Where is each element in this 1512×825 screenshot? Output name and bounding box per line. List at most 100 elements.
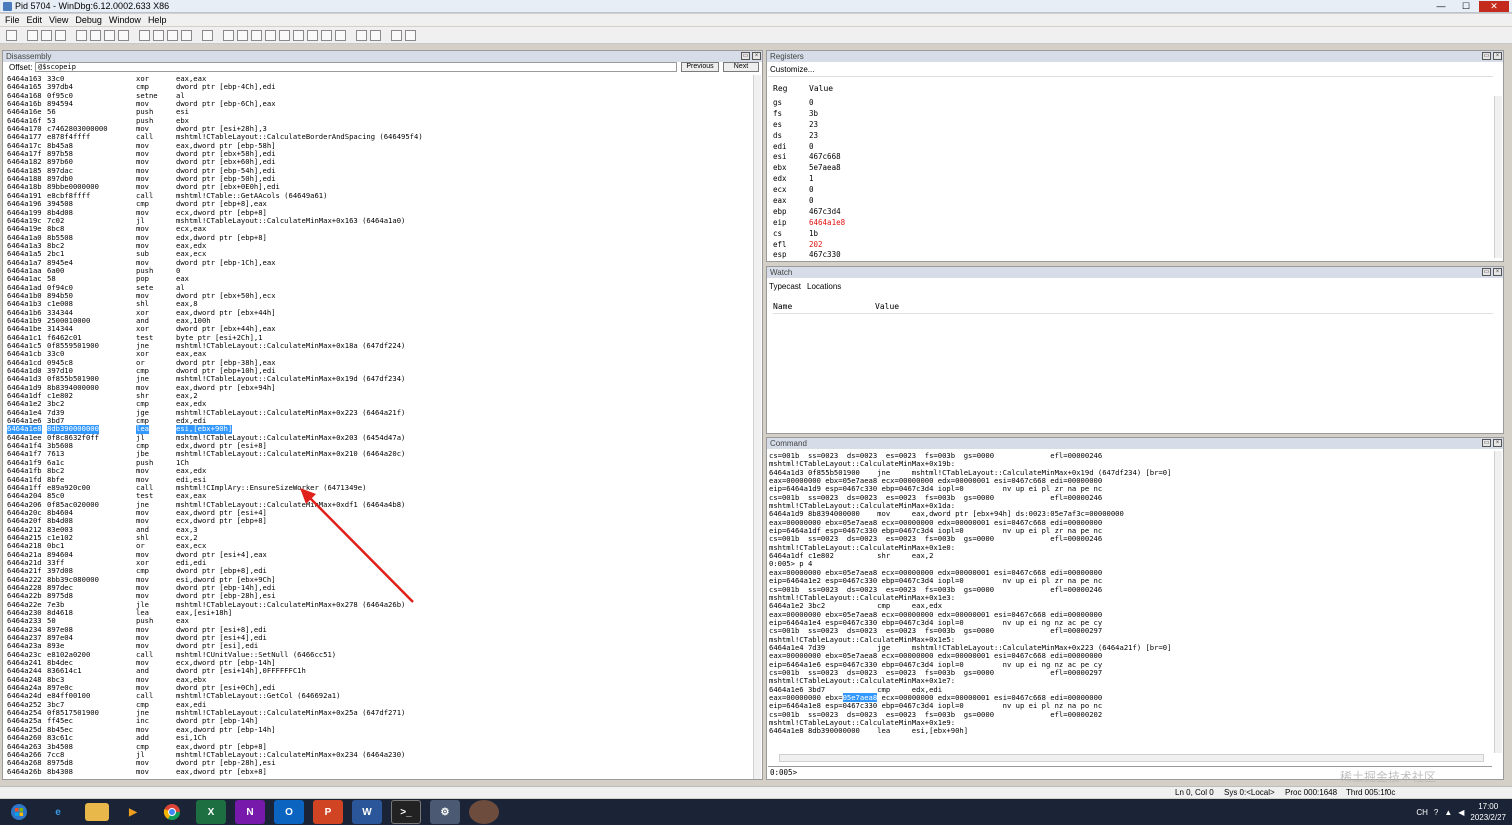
disassembly-row[interactable]: 6464a1cb 33c0 xor eax,eax (5, 349, 745, 358)
register-value[interactable]: 5e7aea8 (809, 163, 841, 174)
paste-icon[interactable] (55, 29, 66, 41)
windbg-icon[interactable]: ⚙ (430, 800, 460, 824)
restart-icon[interactable] (90, 29, 101, 41)
disassembly-row[interactable]: 6464a260 83c61c add esi,1Ch (5, 733, 745, 742)
disassembly-row[interactable]: 6464a25a ff45ec inc dword ptr [ebp-14h] (5, 717, 745, 726)
language-indicator[interactable]: CH (1416, 808, 1428, 817)
disassembly-listing[interactable]: 6464a163 33c0 xor eax,eax 6464a165 397db4 cmp d… (5, 75, 745, 779)
menu-file[interactable]: File (3, 14, 25, 26)
disassembly-scrollbar[interactable] (753, 75, 761, 779)
close-pane-icon[interactable]: × (1493, 439, 1502, 447)
register-value[interactable]: 467c668 (809, 152, 841, 163)
start-button[interactable] (4, 800, 34, 824)
dock-icon[interactable]: ▭ (741, 52, 750, 60)
disassembly-row[interactable]: 6464a1fb 8bc2 mov eax,edx (5, 466, 745, 475)
register-row[interactable]: edi 0 (771, 142, 1471, 153)
disassembly-row[interactable]: 6464a266 7cc8 jl mshtml!CTableLayout::Calcu… (5, 750, 745, 759)
register-row[interactable]: fs 3b (771, 109, 1471, 120)
typecast-button[interactable]: Typecast (769, 282, 801, 291)
register-value[interactable]: 467c330 (809, 250, 841, 261)
disassembly-row[interactable]: 6464a1a3 8bc2 mov eax,edx (5, 241, 745, 250)
disassembly-row[interactable]: 6464a1e4 7d39 jge mshtml!CTableLayout::Calc… (5, 408, 745, 417)
powerpoint-icon[interactable]: P (313, 800, 343, 824)
close-pane-icon[interactable]: × (752, 52, 761, 60)
disassembly-row[interactable]: 6464a163 33c0 xor eax,eax (5, 75, 745, 83)
register-row[interactable]: ebx 5e7aea8 (771, 163, 1471, 174)
disassembly-row[interactable]: 6464a234 897e08 mov dword ptr [esi+8],edi (5, 625, 745, 634)
word-icon[interactable]: W (352, 800, 382, 824)
disassembly-row[interactable]: 6464a1be 314344 xor dword ptr [ebx+44h],eax (5, 324, 745, 333)
clock[interactable]: 17:00 2023/2/27 (1470, 801, 1506, 823)
step-out-icon[interactable] (167, 29, 178, 41)
cut-icon[interactable] (27, 29, 38, 41)
disassembly-row[interactable]: 6464a1ff e89a920c00 call mshtml!CImplAry::E… (5, 483, 745, 492)
command-window-icon[interactable] (223, 29, 234, 41)
menu-view[interactable]: View (47, 14, 73, 26)
register-row[interactable]: esp 467c330 (771, 250, 1471, 261)
disassembly-row[interactable]: 6464a188 897db0 mov dword ptr [ebp-50h],edi (5, 174, 745, 183)
stop-debugging-icon[interactable] (104, 29, 115, 41)
disassembly-row[interactable]: 6464a222 8bb39c080000 mov esi,dword ptr [eb… (5, 575, 745, 584)
disassembly-row[interactable]: 6464a26b 8b4308 mov eax,dword ptr [ebx+8] (5, 767, 745, 776)
disassembly-row[interactable]: 6464a17c 8b45a8 mov eax,dword ptr [ebp-58h] (5, 141, 745, 150)
register-value[interactable]: 467c3d4 (809, 207, 841, 218)
command-horizontal-scrollbar[interactable] (779, 754, 1484, 762)
network-icon[interactable]: ▲ (1444, 808, 1452, 817)
help-icon[interactable]: ? (1434, 808, 1438, 817)
disassembly-row[interactable]: 6464a196 394508 cmp dword ptr [ebp+8],eax (5, 199, 745, 208)
close-pane-icon[interactable]: × (1493, 52, 1502, 60)
register-row[interactable]: edx 1 (771, 174, 1471, 185)
locals-window-icon[interactable] (251, 29, 262, 41)
minimize-button[interactable]: — (1429, 1, 1453, 12)
hex-mode-icon[interactable] (370, 29, 381, 41)
disassembly-row[interactable]: 6464a230 8d4618 lea eax,[esi+18h] (5, 608, 745, 617)
explorer-icon[interactable] (85, 803, 109, 821)
disassembly-row[interactable]: 6464a1a7 8945e4 mov dword ptr [ebp-1Ch],eax (5, 258, 745, 267)
disassembly-row[interactable]: 6464a244 836614c1 and dword ptr [esi+14h],0… (5, 667, 745, 676)
register-value[interactable]: 6464a1e8 (809, 218, 845, 229)
register-row[interactable]: esi 467c668 (771, 152, 1471, 163)
registers-scrollbar[interactable] (1494, 96, 1502, 258)
disassembly-row[interactable]: 6464a1ad 0f94c0 sete al (5, 283, 745, 292)
disassembly-row[interactable]: 6464a1cd 0945c8 or dword ptr [ebp-38h],eax (5, 358, 745, 367)
register-row[interactable]: es 23 (771, 120, 1471, 131)
disassembly-row[interactable]: 6464a177 e878f4ffff call mshtml!CTableLayou… (5, 133, 745, 142)
disassembly-row[interactable]: 6464a1b3 c1e008 shl eax,8 (5, 299, 745, 308)
disassembly-row[interactable]: 6464a218 0bc1 or eax,ecx (5, 541, 745, 550)
break-icon[interactable] (118, 29, 129, 41)
disassembly-row[interactable]: 6464a1ac 58 pop eax (5, 274, 745, 283)
step-over-icon[interactable] (153, 29, 164, 41)
disassembly-row[interactable]: 6464a215 c1e102 shl ecx,2 (5, 533, 745, 542)
disassembly-row[interactable]: 6464a23c e8102a0200 call mshtml!CUnitValue:… (5, 650, 745, 659)
volume-icon[interactable]: ◀ (1458, 808, 1464, 817)
register-value[interactable]: 0 (809, 196, 814, 207)
outlook-icon[interactable]: O (274, 800, 304, 824)
register-row[interactable]: eax 0 (771, 196, 1471, 207)
disassembly-row[interactable]: 6464a182 897b60 mov dword ptr [ebx+60h],edi (5, 158, 745, 167)
breakpoint-hand-icon[interactable] (202, 29, 213, 41)
disassembly-row[interactable]: 6464a23a 893e mov dword ptr [esi],edi (5, 642, 745, 651)
disassembly-row[interactable]: 6464a165 397db4 cmp dword ptr [ebp-4Ch],edi (5, 82, 745, 91)
scratch-pad-icon[interactable] (321, 29, 332, 41)
offset-input[interactable] (35, 62, 677, 72)
register-row[interactable]: gs 0 (771, 98, 1471, 109)
disassembly-row[interactable]: 6464a1fd 8bfe mov edi,esi (5, 475, 745, 484)
registers-window-icon[interactable] (265, 29, 276, 41)
disassembly-row[interactable]: 6464a18b 89bbe0000000 mov dword ptr [ebx+0E… (5, 183, 745, 192)
run-to-cursor-icon[interactable] (181, 29, 192, 41)
cmd-icon[interactable]: >_ (391, 800, 421, 824)
disassembly-row[interactable]: 6464a1b9 2500010000 and eax,100h (5, 316, 745, 325)
open-icon[interactable] (6, 29, 17, 41)
disassembly-row[interactable]: 6464a21f 397d08 cmp dword ptr [ebp+8],edi (5, 566, 745, 575)
memory-window-icon[interactable] (279, 29, 290, 41)
dock-icon[interactable]: ▭ (1482, 439, 1491, 447)
call-stack-icon[interactable] (293, 29, 304, 41)
dock-icon[interactable]: ▭ (1482, 268, 1491, 276)
disassembly-row[interactable]: 6464a21a 894604 mov dword ptr [esi+4],eax (5, 550, 745, 559)
disassembly-row[interactable]: 6464a268 8975d8 mov dword ptr [ebp-28h],esi (5, 758, 745, 767)
disassembly-row[interactable]: 6464a16e 56 push esi (5, 108, 745, 117)
disassembly-row[interactable]: 6464a20c 8b4604 mov eax,dword ptr [esi+4] (5, 508, 745, 517)
register-value[interactable]: 0 (809, 98, 814, 109)
disassembly-row[interactable]: 6464a1f7 7613 jbe mshtml!CTableLayout::Calc… (5, 450, 745, 459)
disassembly-row[interactable]: 6464a241 8b4dec mov ecx,dword ptr [ebp-14h] (5, 658, 745, 667)
